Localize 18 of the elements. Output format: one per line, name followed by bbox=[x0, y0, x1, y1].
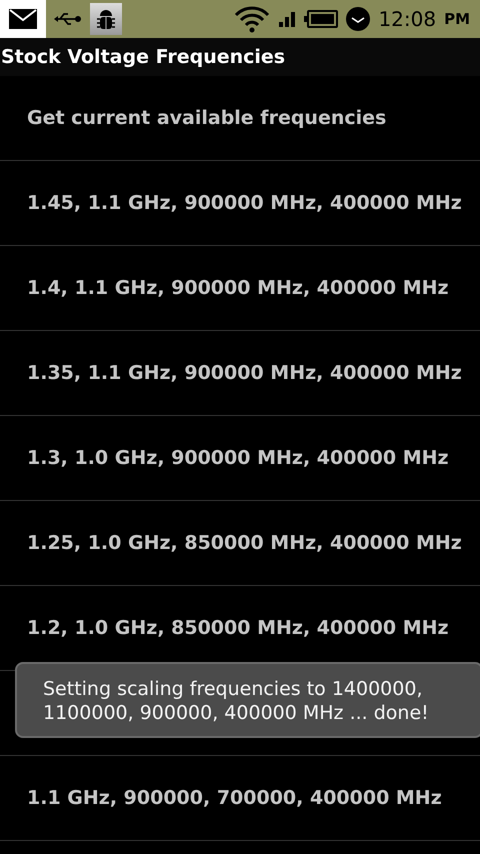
list-item[interactable]: Get current available frequencies bbox=[0, 76, 480, 161]
usb-icon bbox=[54, 11, 82, 27]
list-item[interactable]: 1.4, 1.1 GHz, 900000 MHz, 400000 MHz bbox=[0, 246, 480, 331]
status-toast: Setting scaling frequencies to 1400000, 1100000, 900000, 400000 MHz ... done! bbox=[15, 662, 480, 738]
mail-icon[interactable] bbox=[0, 0, 46, 38]
screen-title: Stock Voltage Frequencies bbox=[1, 46, 286, 68]
battery-icon bbox=[304, 10, 338, 28]
wifi-icon bbox=[234, 5, 270, 33]
bug-icon[interactable] bbox=[90, 3, 122, 35]
list-item[interactable]: 1.45, 1.1 GHz, 900000 MHz, 400000 MHz bbox=[0, 161, 480, 246]
signal-icon bbox=[278, 11, 296, 27]
am-pm-label: PM bbox=[444, 10, 470, 28]
list-item[interactable]: 1.35, 1.1 GHz, 900000 MHz, 400000 MHz bbox=[0, 331, 480, 416]
clock-icon bbox=[346, 7, 370, 31]
list-item[interactable]: 1.3, 1.0 GHz, 900000 MHz, 400000 MHz bbox=[0, 416, 480, 501]
list-item[interactable]: 1.1 GHz, 900000, 700000, 400000 MHz bbox=[0, 756, 480, 841]
list-item[interactable]: 1.25, 1.0 GHz, 850000 MHz, 400000 MHz bbox=[0, 501, 480, 586]
clock-time: 12:08 bbox=[378, 7, 436, 31]
